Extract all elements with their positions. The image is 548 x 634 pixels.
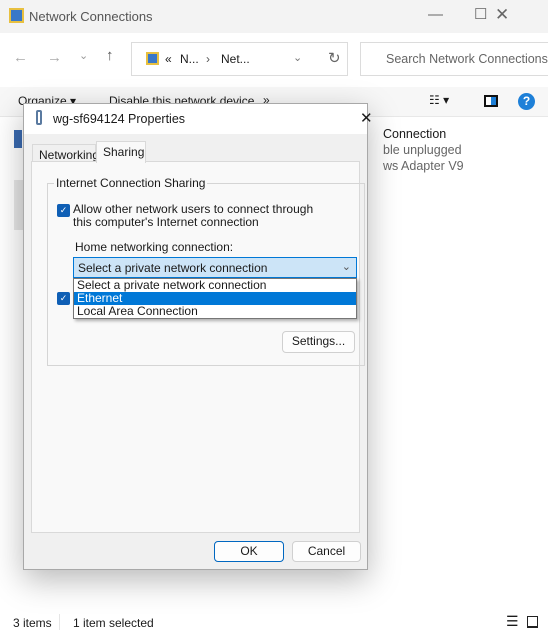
option-local-area-connection[interactable]: Local Area Connection (74, 305, 356, 318)
back-arrow-icon[interactable]: ← (13, 49, 28, 66)
select-value: Select a private network connection (78, 261, 268, 275)
address-bar[interactable]: « N... › Net... ⌄ ↻ (131, 42, 348, 76)
breadcrumb-item[interactable]: Net... (221, 52, 250, 66)
connection-name[interactable]: Connection (383, 127, 446, 141)
search-input[interactable]: Search Network Connections (360, 42, 548, 76)
window-title: Network Connections (29, 9, 153, 24)
recent-chevron-icon[interactable]: ⌄ (79, 49, 88, 62)
breadcrumb-item[interactable]: N... (180, 52, 199, 66)
allow-control-checkbox[interactable]: ✓ (57, 292, 70, 305)
connection-adapter: ws Adapter V9 (383, 159, 464, 173)
chevron-down-icon[interactable]: ⌄ (342, 260, 351, 273)
connection-status: ble unplugged (383, 143, 462, 157)
help-icon[interactable]: ? (518, 93, 535, 110)
properties-dialog: wg-sf694124 Properties ✕ Networking Shar… (23, 103, 373, 570)
allow-sharing-label[interactable]: Allow other network users to connect thr… (73, 203, 333, 229)
select-dropdown-list: Select a private network connection Ethe… (73, 278, 357, 319)
forward-arrow-icon[interactable]: → (47, 49, 62, 66)
settings-button[interactable]: Settings... (282, 331, 355, 353)
title-bar: Network Connections — ☐ ✕ (0, 0, 548, 33)
maximize-button[interactable]: ☐ (474, 5, 487, 23)
status-bar: 3 items 1 item selected ☰ (0, 612, 548, 634)
close-icon[interactable]: ✕ (360, 109, 373, 127)
view-options-icon[interactable]: ☷ ▾ (429, 93, 449, 107)
allow-sharing-checkbox[interactable]: ✓ (57, 204, 70, 217)
tiles-view-icon[interactable] (527, 616, 538, 628)
breadcrumb-separator-icon: › (206, 52, 210, 66)
refresh-icon[interactable]: ↻ (328, 49, 341, 67)
adapter-icon (36, 110, 42, 125)
up-arrow-icon[interactable]: ↑ (106, 47, 114, 64)
breadcrumb-overflow[interactable]: « (165, 52, 172, 66)
details-view-icon[interactable]: ☰ (506, 613, 519, 630)
cancel-button[interactable]: Cancel (292, 541, 361, 562)
home-network-select[interactable]: Select a private network connection ⌄ (73, 257, 357, 278)
minimize-button[interactable]: — (428, 6, 443, 23)
address-dropdown-icon[interactable]: ⌄ (293, 51, 302, 64)
ok-button[interactable]: OK (214, 541, 284, 562)
item-count: 3 items (13, 616, 52, 630)
close-button[interactable]: ✕ (495, 5, 509, 25)
connection-icon[interactable] (14, 130, 22, 148)
home-networking-label: Home networking connection: (75, 240, 234, 254)
group-title: Internet Connection Sharing (54, 176, 208, 190)
selection-count: 1 item selected (73, 616, 154, 630)
tab-sharing[interactable]: Sharing (96, 141, 146, 163)
dialog-title-bar: wg-sf694124 Properties ✕ (24, 104, 373, 134)
sharing-panel: Internet Connection Sharing ✓ Allow othe… (31, 161, 365, 533)
divider (59, 614, 60, 630)
preview-pane-icon[interactable] (484, 95, 498, 107)
network-connections-icon (9, 8, 24, 23)
network-icon (146, 52, 159, 65)
dialog-title: wg-sf694124 Properties (53, 112, 186, 126)
